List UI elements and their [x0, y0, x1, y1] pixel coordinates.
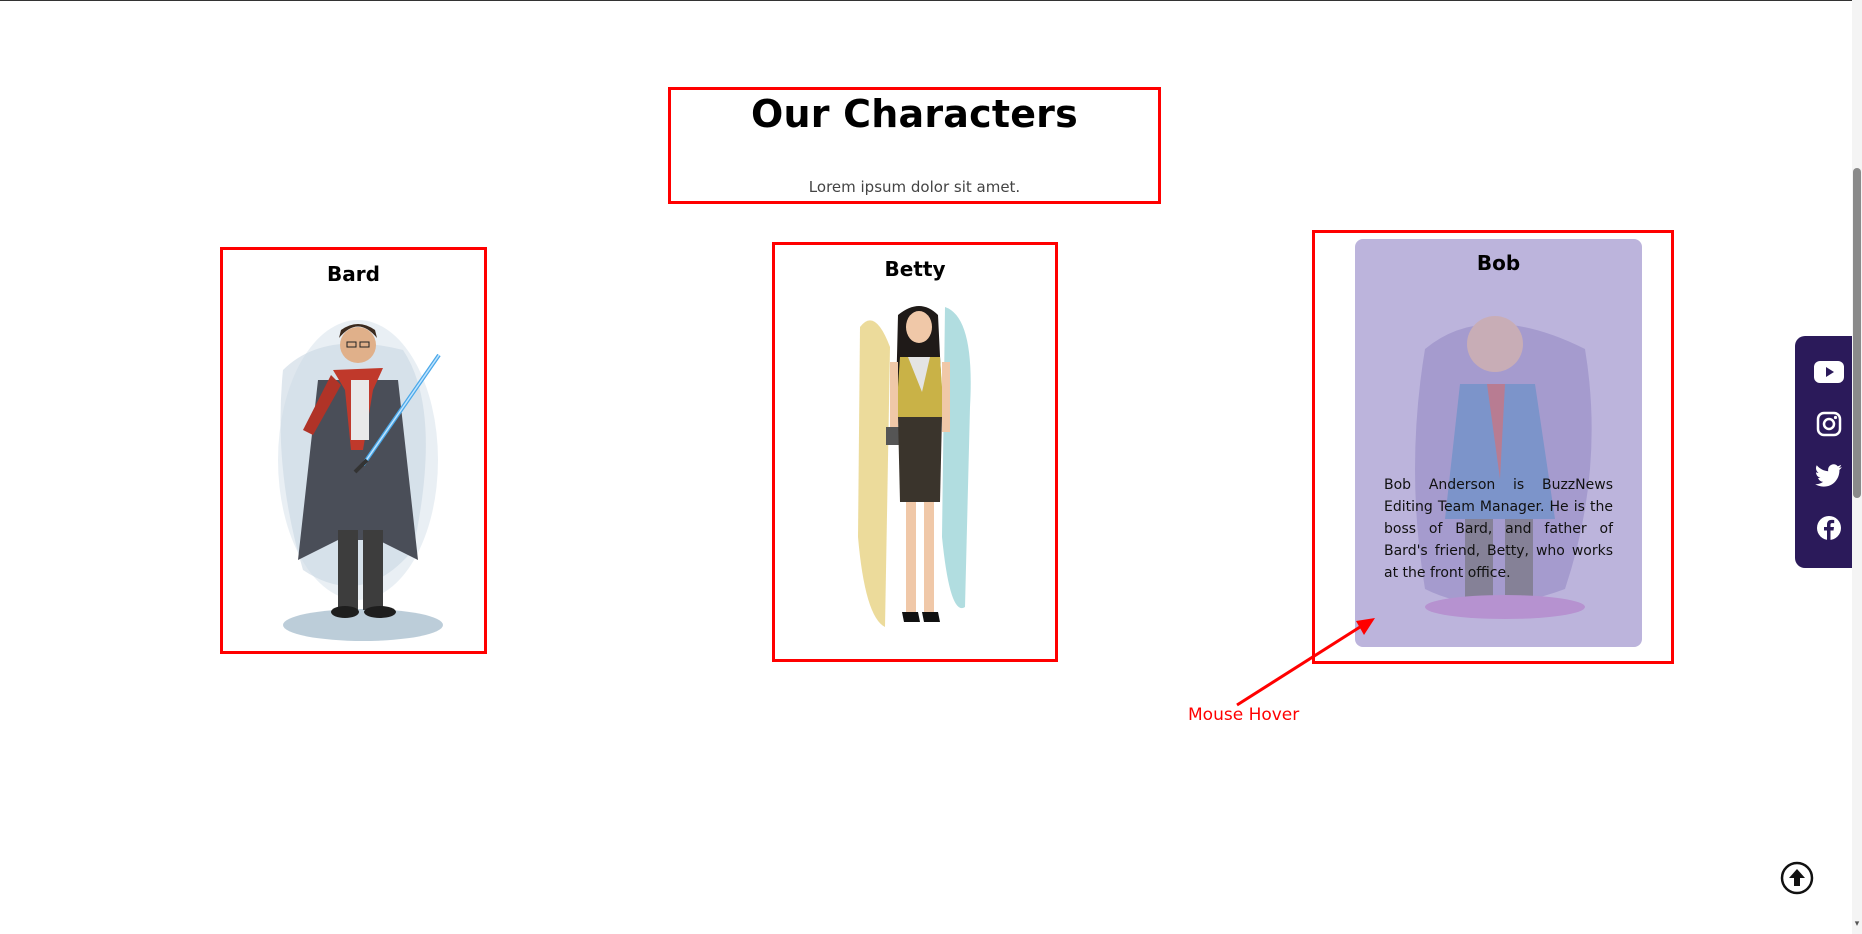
- character-card-betty[interactable]: Betty: [772, 242, 1058, 662]
- character-card-bob[interactable]: Bob Bob Anderson is BuzzNews Editing Tea…: [1312, 230, 1674, 664]
- page-title: Our Characters: [751, 92, 1078, 136]
- scroll-down-arrow-icon[interactable]: ▾: [1852, 918, 1862, 930]
- character-name: Betty: [884, 257, 946, 281]
- facebook-icon[interactable]: [1811, 510, 1847, 546]
- section-header: Our Characters Lorem ipsum dolor sit ame…: [668, 87, 1161, 204]
- annotation-label: Mouse Hover: [1188, 705, 1300, 725]
- page-subtitle: Lorem ipsum dolor sit amet.: [808, 178, 1021, 196]
- window-top-border: [0, 0, 1862, 1]
- bob-hover-overlay: Bob Bob Anderson is BuzzNews Editing Tea…: [1355, 239, 1642, 647]
- character-description: Bob Anderson is BuzzNews Editing Team Ma…: [1384, 477, 1613, 581]
- arrow-up-circle-icon: [1780, 861, 1814, 895]
- instagram-icon[interactable]: [1811, 406, 1847, 442]
- annotation-arrow-icon: [1236, 618, 1375, 707]
- twitter-icon[interactable]: [1811, 458, 1847, 494]
- scroll-to-top-button[interactable]: [1779, 860, 1815, 896]
- youtube-icon[interactable]: [1811, 354, 1847, 390]
- character-name: Bard: [327, 262, 380, 286]
- character-name: Bob: [1476, 251, 1521, 275]
- scrollbar-thumb[interactable]: [1853, 168, 1861, 498]
- character-card-bard[interactable]: Bard: [220, 247, 487, 654]
- bard-illustration: [278, 320, 443, 641]
- betty-illustration: [858, 306, 971, 627]
- page-scrollbar[interactable]: ▾: [1852, 0, 1862, 934]
- bob-illustration: [1415, 316, 1592, 619]
